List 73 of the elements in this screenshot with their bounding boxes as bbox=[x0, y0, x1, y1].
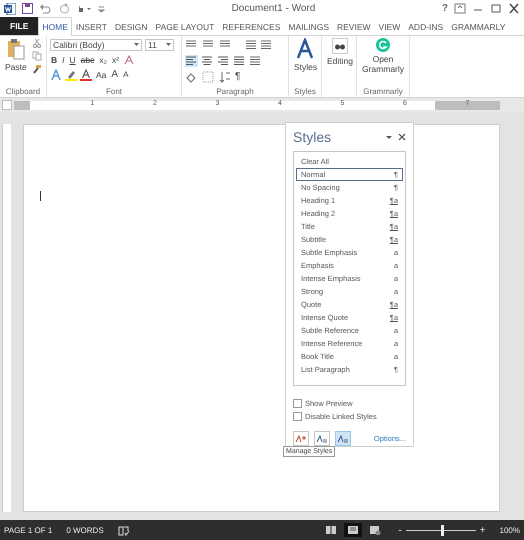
font-color-icon[interactable] bbox=[80, 68, 92, 80]
manage-styles-button[interactable] bbox=[335, 431, 351, 446]
ribbon-display-icon[interactable] bbox=[454, 3, 466, 14]
sort-icon[interactable] bbox=[219, 70, 231, 82]
format-button[interactable]: abc bbox=[80, 54, 96, 66]
maximize-icon[interactable] bbox=[490, 3, 502, 14]
align-right-icon[interactable] bbox=[217, 54, 230, 66]
paste-button[interactable]: Paste bbox=[3, 38, 29, 86]
font-name-field[interactable]: Calibri (Body) bbox=[50, 38, 142, 50]
zoom-slider-thumb[interactable] bbox=[441, 524, 444, 536]
group-label: Styles bbox=[293, 86, 317, 97]
grow-font-button[interactable]: A bbox=[110, 68, 120, 80]
pane-title: Styles bbox=[293, 128, 332, 145]
window-title: Document1 - Word bbox=[230, 3, 316, 14]
zoom-out-button[interactable]: - bbox=[398, 524, 402, 536]
center-icon[interactable] bbox=[201, 54, 214, 66]
ribbon-tab[interactable]: ADD-INS bbox=[404, 17, 448, 35]
close-icon[interactable] bbox=[398, 132, 406, 141]
help-button[interactable]: ? bbox=[442, 3, 448, 14]
close-icon[interactable] bbox=[508, 3, 520, 14]
ribbon-tab[interactable]: REVIEW bbox=[333, 17, 375, 35]
ribbon-tab[interactable]: DESIGN bbox=[110, 17, 152, 35]
format-painter-icon[interactable] bbox=[32, 64, 42, 74]
zoom-level[interactable]: 100% bbox=[500, 526, 520, 534]
word-logo-icon[interactable] bbox=[4, 2, 16, 14]
ribbon-tab[interactable]: HOME bbox=[38, 17, 72, 36]
proofing-icon[interactable] bbox=[118, 524, 130, 536]
format-button[interactable]: x² bbox=[110, 54, 120, 66]
ribbon-tab[interactable]: FILE bbox=[0, 17, 38, 35]
group-label: Clipboard bbox=[4, 86, 42, 97]
group-label: Grammarly bbox=[362, 86, 404, 97]
ribbon-tab[interactable]: MAILINGS bbox=[284, 17, 333, 35]
highlight-icon[interactable] bbox=[65, 68, 77, 80]
group-label: Font bbox=[104, 86, 123, 97]
print-layout-button[interactable] bbox=[344, 523, 362, 537]
styles-button[interactable]: Styles bbox=[292, 38, 320, 86]
read-mode-icon bbox=[325, 525, 338, 535]
word-count[interactable]: 0 WORDS bbox=[66, 526, 104, 534]
ribbon-tab[interactable]: VIEW bbox=[374, 17, 404, 35]
zoom-in-button[interactable]: + bbox=[480, 524, 486, 536]
undo-icon[interactable] bbox=[39, 3, 53, 14]
cut-icon[interactable] bbox=[32, 38, 42, 48]
show-formatting-button[interactable]: ¶ bbox=[234, 70, 242, 82]
justify-icon[interactable] bbox=[233, 54, 246, 66]
change-case-button[interactable]: Aa bbox=[95, 68, 108, 80]
font-size-field[interactable]: 11 bbox=[145, 38, 174, 50]
print-layout-icon bbox=[347, 525, 360, 535]
dropdown-arrow-icon[interactable] bbox=[166, 42, 171, 46]
format-button[interactable]: x₂ bbox=[98, 54, 108, 66]
ribbon-tab[interactable]: GRAMMARLY bbox=[447, 17, 510, 35]
align-left-icon[interactable] bbox=[185, 54, 198, 66]
checkbox[interactable] bbox=[293, 412, 302, 420]
ribbon-tab[interactable]: INSERT bbox=[72, 17, 111, 35]
open-grammarly-button[interactable]: Open Grammarly bbox=[360, 38, 406, 86]
new-style-button[interactable] bbox=[293, 431, 309, 446]
styles-icon bbox=[296, 38, 316, 60]
style-inspector-button[interactable] bbox=[314, 431, 330, 446]
text-cursor bbox=[40, 191, 41, 201]
ribbon-tab[interactable]: PAGE LAYOUT bbox=[152, 17, 218, 35]
text-effects-icon[interactable] bbox=[50, 68, 62, 80]
format-button[interactable]: U bbox=[68, 54, 77, 66]
group-label: Paragraph bbox=[215, 86, 255, 97]
shrink-font-button[interactable]: A bbox=[122, 68, 130, 80]
checkbox[interactable] bbox=[293, 398, 302, 408]
format-button[interactable]: B bbox=[50, 54, 58, 66]
clear-formatting-icon[interactable] bbox=[123, 54, 136, 66]
editing-button[interactable]: Editing bbox=[325, 38, 355, 86]
ribbon-tab[interactable]: REFERENCES bbox=[218, 17, 284, 35]
page-count[interactable]: PAGE 1 OF 1 bbox=[4, 526, 52, 534]
save-icon[interactable] bbox=[22, 3, 33, 14]
dropdown-arrow-icon[interactable] bbox=[134, 42, 139, 46]
format-button[interactable]: I bbox=[61, 54, 66, 66]
web-layout-icon bbox=[369, 525, 382, 535]
